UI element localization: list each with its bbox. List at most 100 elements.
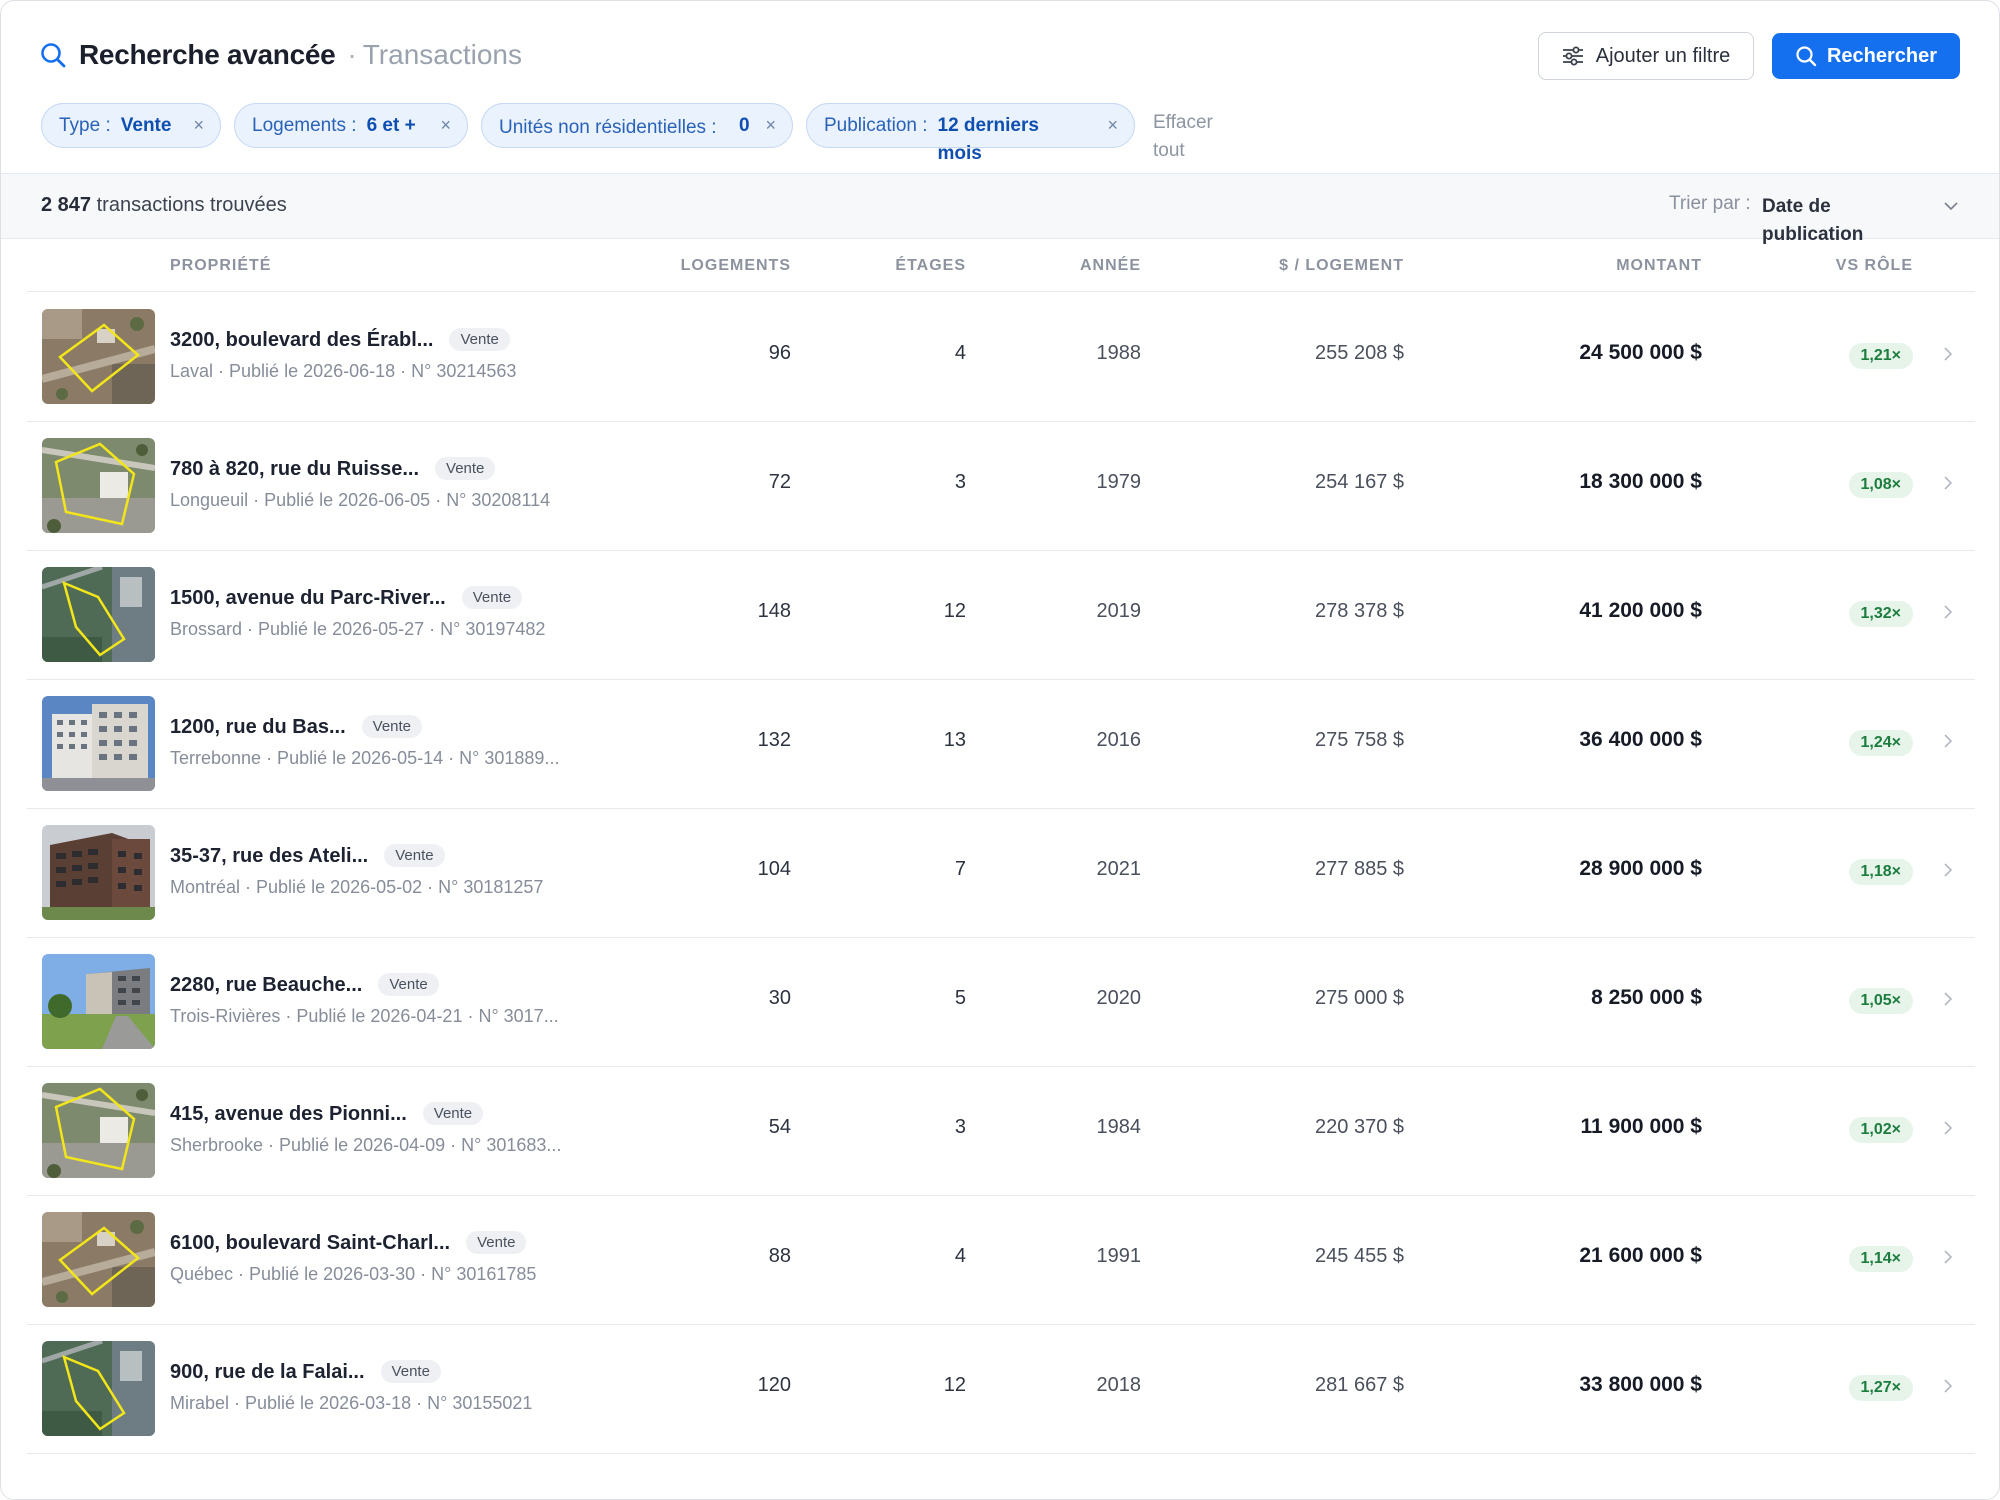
chevron-right-icon[interactable] [1941, 1375, 1955, 1397]
vs-role-badge: 1,18× [1848, 859, 1913, 885]
year-value: 2020 [1096, 987, 1142, 1009]
property-meta: Laval · Publié le 2026-06-18 · N° 302145… [170, 361, 517, 381]
property-meta: Longueuil · Publié le 2026-06-05 · N° 30… [170, 490, 551, 510]
filter-chip-type[interactable]: Type : Vente × [41, 103, 221, 148]
property-meta: Mirabel · Publié le 2026-03-18 · N° 3015… [170, 1393, 533, 1413]
chevron-right-icon[interactable] [1941, 988, 1955, 1010]
clear-all-link[interactable]: Effacer tout [1153, 109, 1233, 165]
per-unit-value: 275 000 $ [1315, 987, 1404, 1009]
address-text: 3200, boulevard des Érabl... [170, 329, 434, 351]
amount-value: 21 600 000 $ [1579, 1244, 1702, 1267]
amount-value: 24 500 000 $ [1579, 341, 1702, 364]
property-thumbnail-photo-brick [42, 825, 155, 920]
table-row[interactable]: 780 à 820, rue du Ruisse... Vente Longueu… [27, 422, 1975, 551]
add-filter-button[interactable]: Ajouter un filtre [1538, 32, 1754, 80]
column-header-per-unit[interactable]: $ / LOGEMENT [1279, 257, 1404, 275]
column-header-units[interactable]: LOGEMENTS [681, 257, 791, 275]
chevron-right-icon[interactable] [1941, 1117, 1955, 1139]
floors-value: 3 [954, 1116, 966, 1138]
add-filter-label: Ajouter un filtre [1595, 44, 1731, 67]
chevron-down-icon[interactable] [1942, 197, 1960, 215]
vs-role-badge: 1,02× [1848, 1117, 1913, 1143]
chevron-right-icon[interactable] [1941, 343, 1955, 365]
property-address: 2280, rue Beauche... Vente [170, 973, 439, 997]
table-row[interactable]: 1200, rue du Bas... Vente Terrebonne · Pu… [27, 680, 1975, 809]
vs-role-badge: 1,08× [1848, 472, 1913, 498]
year-value: 1979 [1096, 471, 1142, 493]
column-header-property[interactable]: PROPRIÉTÉ [170, 257, 271, 275]
table-row[interactable]: 35-37, rue des Ateli... Vente Montréal · … [27, 809, 1975, 938]
search-button-label: Rechercher [1826, 44, 1938, 67]
address-text: 415, avenue des Pionni... [170, 1103, 407, 1125]
chevron-right-icon[interactable] [1941, 601, 1955, 623]
filter-value: 12 derniers mois [937, 114, 1039, 164]
year-value: 1984 [1096, 1116, 1142, 1138]
filter-key: Publication : [824, 114, 928, 136]
property-address: 35-37, rue des Ateli... Vente [170, 844, 445, 868]
property-thumbnail-photo-tower [42, 696, 155, 791]
filter-chip-units[interactable]: Unités non résidentielles : 0 × [481, 103, 793, 148]
results-bar: 2 847 transactions trouvées Trier par : … [1, 174, 1999, 245]
floors-value: 12 [943, 1374, 966, 1396]
vs-role-badge: 1,32× [1848, 601, 1913, 627]
table-row[interactable]: 2280, rue Beauche... Vente Trois-Rivières… [27, 938, 1975, 1067]
column-header-floors[interactable]: ÉTAGES [895, 257, 966, 275]
amount-value: 11 900 000 $ [1580, 1115, 1702, 1138]
units-value: 132 [757, 729, 791, 751]
floors-value: 5 [954, 987, 966, 1009]
units-value: 148 [757, 600, 791, 622]
year-value: 2021 [1096, 858, 1142, 880]
vs-role-badge: 1,24× [1848, 730, 1913, 756]
vs-role-badge: 1,05× [1848, 988, 1913, 1014]
address-text: 2280, rue Beauche... [170, 974, 363, 996]
property-address: 900, rue de la Falai... Vente [170, 1360, 441, 1384]
search-icon [1796, 46, 1817, 67]
close-icon[interactable]: × [426, 115, 451, 136]
property-thumbnail-aerial-green [42, 567, 155, 662]
column-header-year[interactable]: ANNÉE [1080, 257, 1141, 275]
per-unit-value: 278 378 $ [1315, 600, 1404, 622]
floors-value: 7 [954, 858, 966, 880]
close-icon[interactable]: × [1093, 115, 1118, 136]
close-icon[interactable]: × [751, 115, 776, 136]
transaction-type-badge: Vente [449, 328, 510, 351]
table-row[interactable]: 1500, avenue du Parc-River... Vente Bross… [27, 551, 1975, 680]
amount-value: 41 200 000 $ [1579, 599, 1702, 622]
search-button[interactable]: Rechercher [1772, 33, 1960, 79]
column-header-amount[interactable]: MONTANT [1616, 257, 1702, 275]
property-thumbnail-photo-street [42, 954, 155, 1049]
property-thumbnail-aerial-lot [42, 1212, 155, 1307]
per-unit-value: 245 455 $ [1315, 1245, 1404, 1267]
vs-role-badge: 1,14× [1848, 1246, 1913, 1272]
address-text: 1200, rue du Bas... [170, 716, 346, 738]
per-unit-value: 281 667 $ [1315, 1374, 1404, 1396]
chevron-right-icon[interactable] [1941, 859, 1955, 881]
chevron-right-icon[interactable] [1941, 1246, 1955, 1268]
table-row[interactable]: 415, avenue des Pionni... Vente Sherbrook… [27, 1067, 1975, 1196]
transaction-type-badge: Vente [378, 973, 439, 996]
year-value: 1988 [1096, 342, 1142, 364]
filter-chip-publication[interactable]: Publication : 12 derniers mois × [806, 103, 1135, 164]
amount-value: 28 900 000 $ [1579, 857, 1702, 880]
table-row[interactable]: 6100, boulevard Saint-Charl... Vente Québ… [27, 1196, 1975, 1325]
year-value: 1991 [1096, 1245, 1142, 1267]
year-value: 2016 [1096, 729, 1142, 751]
results-count-suffix: transactions trouvées [96, 194, 287, 216]
table-header: PROPRIÉTÉ LOGEMENTS ÉTAGES ANNÉE $ / LOG… [27, 239, 1975, 292]
per-unit-value: 254 167 $ [1315, 471, 1404, 493]
column-header-vs-role[interactable]: VS RÔLE [1836, 257, 1913, 275]
chevron-right-icon[interactable] [1941, 730, 1955, 752]
property-address: 6100, boulevard Saint-Charl... Vente [170, 1231, 527, 1255]
filter-chip-logements[interactable]: Logements : 6 et + × [234, 103, 468, 148]
page-title-row: Recherche avancée · Transactions [39, 35, 522, 75]
units-value: 54 [768, 1116, 791, 1138]
property-address: 415, avenue des Pionni... Vente [170, 1102, 484, 1126]
close-icon[interactable]: × [179, 115, 204, 136]
transaction-type-badge: Vente [380, 1360, 441, 1383]
table-row[interactable]: 900, rue de la Falai... Vente Mirabel · P… [27, 1325, 1975, 1454]
per-unit-value: 277 885 $ [1315, 858, 1404, 880]
table-row[interactable]: 3200, boulevard des Érabl... Vente Laval … [27, 293, 1975, 422]
chevron-right-icon[interactable] [1941, 472, 1955, 494]
units-value: 96 [768, 342, 791, 364]
amount-value: 36 400 000 $ [1579, 728, 1702, 751]
